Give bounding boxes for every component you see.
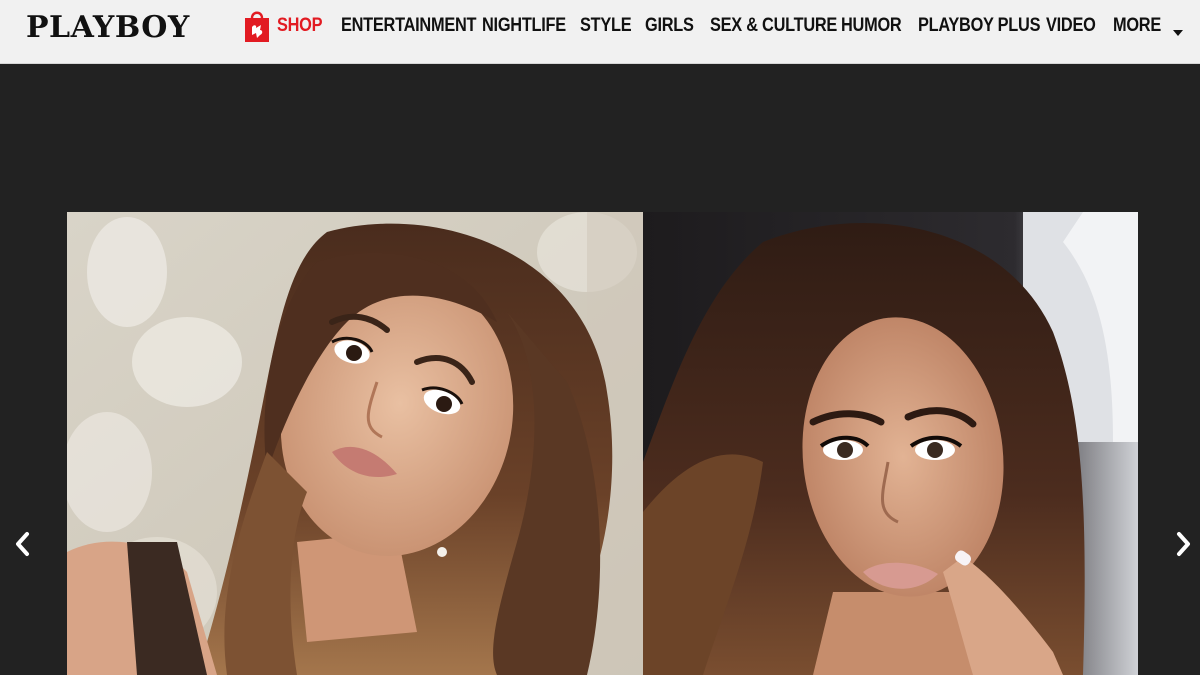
nav-item-shop[interactable]: SHOP — [243, 0, 330, 52]
playboy-logo[interactable]: PLAYBOY — [26, 8, 190, 48]
shop-label: SHOP — [277, 15, 323, 36]
right-photo[interactable] — [643, 212, 1138, 675]
nav-item-playboy-plus[interactable]: PLAYBOY PLUS — [918, 15, 1040, 37]
top-navbar: PLAYBOY SHOP ENTERTAINMENT NIGHTLIFE STY… — [0, 0, 1200, 64]
nav-item-video[interactable]: VIDEO — [1046, 15, 1096, 37]
nav-item-entertainment[interactable]: ENTERTAINMENT — [341, 15, 476, 37]
nav-item-girls[interactable]: GIRLS — [645, 15, 694, 37]
nav-item-style[interactable]: STYLE — [580, 15, 632, 37]
chevron-left-icon[interactable] — [12, 531, 34, 557]
more-label: MORE — [1113, 15, 1161, 36]
nav-item-more[interactable]: MORE — [1113, 15, 1183, 37]
nav-item-humor[interactable]: HUMOR — [841, 15, 902, 37]
nav-item-nightlife[interactable]: NIGHTLIFE — [482, 15, 566, 37]
nav-item-sex-culture[interactable]: SEX & CULTURE — [710, 15, 837, 37]
left-photo[interactable] — [67, 212, 643, 675]
caret-down-icon — [1173, 23, 1183, 41]
gallery-stage — [0, 65, 1200, 675]
shopping-bag-icon — [243, 8, 271, 44]
chevron-right-icon[interactable] — [1172, 531, 1194, 557]
